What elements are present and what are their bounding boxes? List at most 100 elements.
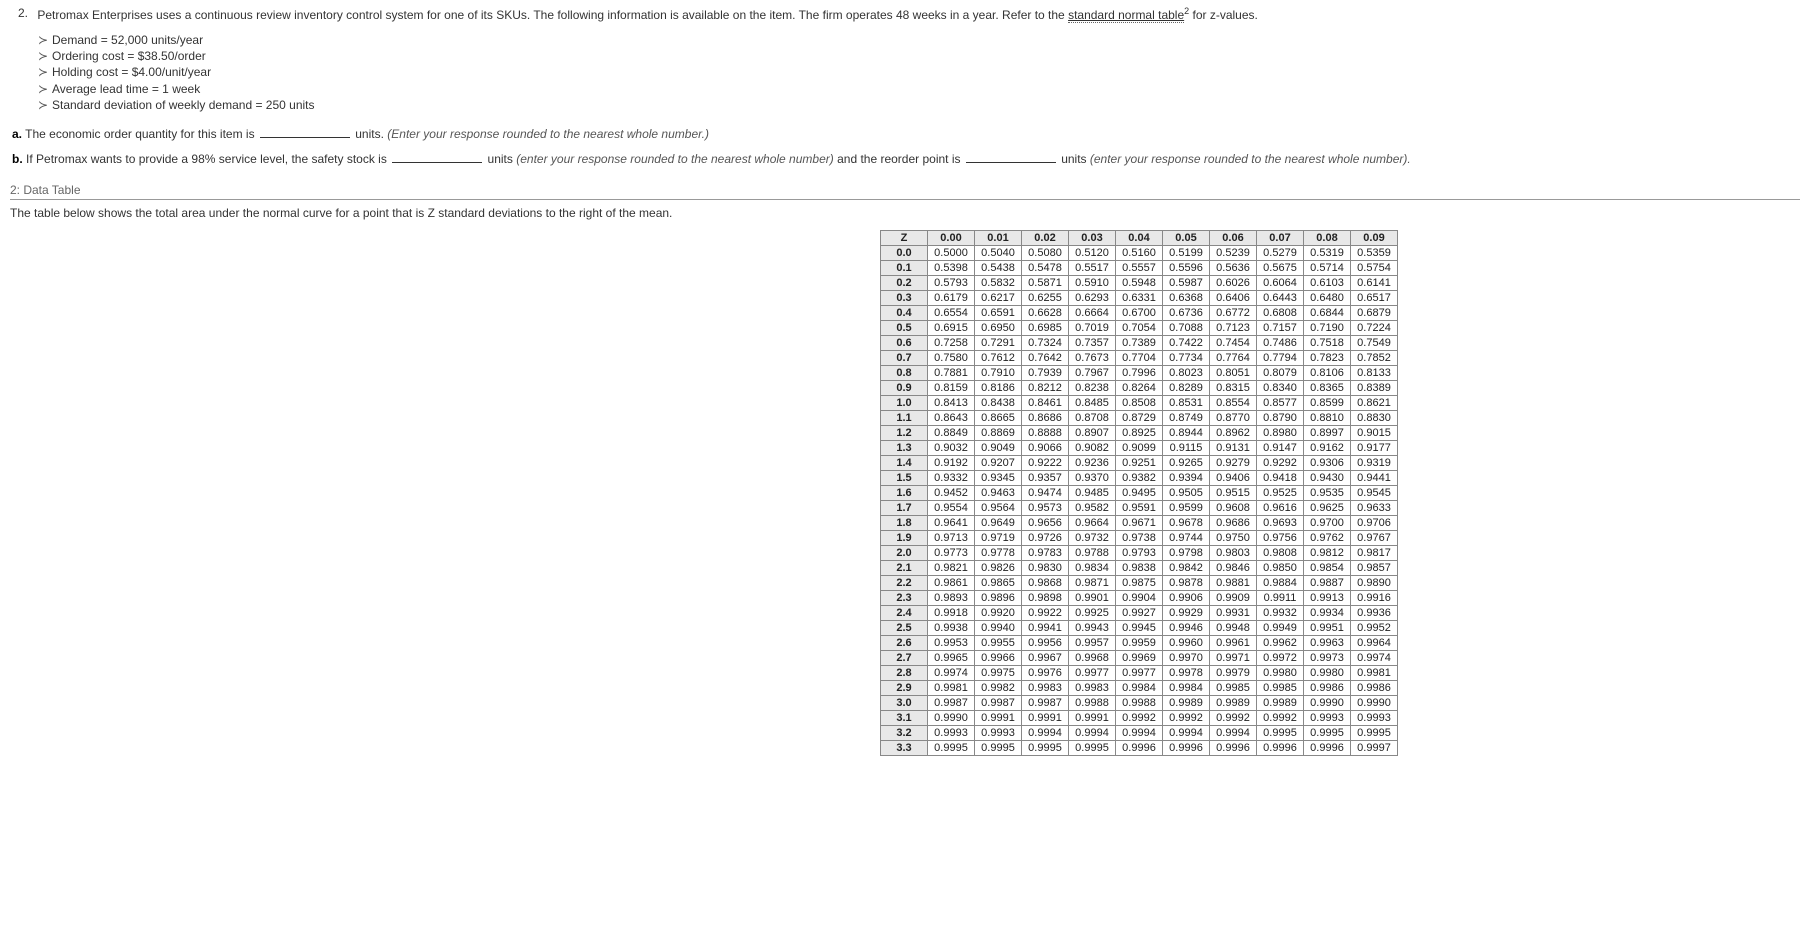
z-cell: 0.9962 [1257, 636, 1304, 651]
z-cell: 0.8389 [1351, 381, 1398, 396]
z-cell: 0.9967 [1022, 651, 1069, 666]
z-cell: 0.9599 [1163, 501, 1210, 516]
z-cell: 0.6554 [928, 306, 975, 321]
z-cell: 0.9991 [1022, 711, 1069, 726]
z-cell: 0.8907 [1069, 426, 1116, 441]
z-cell: 0.9989 [1257, 696, 1304, 711]
reorder-point-input[interactable] [966, 150, 1056, 163]
chevron-right-icon: ≻ [38, 81, 52, 97]
table-row: 2.20.98610.98650.98680.98710.98750.98780… [881, 576, 1398, 591]
z-cell: 0.6950 [975, 321, 1022, 336]
z-cell: 0.5557 [1116, 261, 1163, 276]
z-cell: 0.9279 [1210, 456, 1257, 471]
z-cell: 0.9985 [1257, 681, 1304, 696]
table-row: 3.30.99950.99950.99950.99950.99960.99960… [881, 741, 1398, 756]
z-cell: 0.7088 [1163, 321, 1210, 336]
z-cell: 0.8365 [1304, 381, 1351, 396]
z-cell: 0.8577 [1257, 396, 1304, 411]
z-cell: 0.9966 [975, 651, 1022, 666]
standard-normal-table-link[interactable]: standard normal table [1068, 8, 1184, 23]
z-cell: 0.9992 [1257, 711, 1304, 726]
z-cell: 0.5832 [975, 276, 1022, 291]
z-cell: 0.5120 [1069, 246, 1116, 261]
z-cell: 0.9993 [1351, 711, 1398, 726]
z-cell: 0.9911 [1257, 591, 1304, 606]
z-row-header: 2.6 [881, 636, 928, 651]
z-cell: 0.5871 [1022, 276, 1069, 291]
z-cell: 0.9982 [975, 681, 1022, 696]
z-cell: 0.5359 [1351, 246, 1398, 261]
z-row-header: 2.1 [881, 561, 928, 576]
z-cell: 0.6293 [1069, 291, 1116, 306]
eoq-input[interactable] [260, 125, 350, 138]
table-row: 0.00.50000.50400.50800.51200.51600.51990… [881, 246, 1398, 261]
z-cell: 0.7224 [1351, 321, 1398, 336]
z-cell: 0.9980 [1304, 666, 1351, 681]
z-cell: 0.9992 [1210, 711, 1257, 726]
z-cell: 0.8869 [975, 426, 1022, 441]
z-cell: 0.9564 [975, 501, 1022, 516]
z-cell: 0.7291 [975, 336, 1022, 351]
z-cell: 0.6103 [1304, 276, 1351, 291]
z-cell: 0.5199 [1163, 246, 1210, 261]
z-row-header: 2.3 [881, 591, 928, 606]
z-cell: 0.8461 [1022, 396, 1069, 411]
safety-stock-input[interactable] [392, 150, 482, 163]
table-row: 0.60.72580.72910.73240.73570.73890.74220… [881, 336, 1398, 351]
z-cell: 0.9993 [975, 726, 1022, 741]
table-row: 2.30.98930.98960.98980.99010.99040.99060… [881, 591, 1398, 606]
z-cell: 0.7967 [1069, 366, 1116, 381]
z-cell: 0.7123 [1210, 321, 1257, 336]
table-row: 3.20.99930.99930.99940.99940.99940.99940… [881, 726, 1398, 741]
z-cell: 0.9265 [1163, 456, 1210, 471]
z-cell: 0.9965 [928, 651, 975, 666]
z-cell: 0.9535 [1304, 486, 1351, 501]
z-cell: 0.9545 [1351, 486, 1398, 501]
z-cell: 0.9990 [928, 711, 975, 726]
z-cell: 0.9963 [1304, 636, 1351, 651]
z-cell: 0.9430 [1304, 471, 1351, 486]
z-cell: 0.8729 [1116, 411, 1163, 426]
z-cell: 0.9830 [1022, 561, 1069, 576]
z-row-header: 1.3 [881, 441, 928, 456]
z-cell: 0.7673 [1069, 351, 1116, 366]
z-cell: 0.8212 [1022, 381, 1069, 396]
z-cell: 0.9896 [975, 591, 1022, 606]
z-cell: 0.9554 [928, 501, 975, 516]
z-cell: 0.9693 [1257, 516, 1304, 531]
z-cell: 0.9927 [1116, 606, 1163, 621]
z-cell: 0.9996 [1116, 741, 1163, 756]
z-row-header: 3.1 [881, 711, 928, 726]
z-cell: 0.8708 [1069, 411, 1116, 426]
z-cell: 0.9938 [928, 621, 975, 636]
z-col-header: 0.03 [1069, 231, 1116, 246]
section-title: 2: Data Table [10, 183, 1800, 197]
z-row-header: 0.9 [881, 381, 928, 396]
z-cell: 0.7157 [1257, 321, 1304, 336]
z-cell: 0.9995 [928, 741, 975, 756]
z-cell: 0.9916 [1351, 591, 1398, 606]
z-row-header: 1.7 [881, 501, 928, 516]
z-cell: 0.7642 [1022, 351, 1069, 366]
z-cell: 0.7019 [1069, 321, 1116, 336]
z-cell: 0.9838 [1116, 561, 1163, 576]
z-cell: 0.9949 [1257, 621, 1304, 636]
z-col-header: 0.09 [1351, 231, 1398, 246]
z-cell: 0.9941 [1022, 621, 1069, 636]
z-cell: 0.5714 [1304, 261, 1351, 276]
z-cell: 0.7734 [1163, 351, 1210, 366]
z-cell: 0.9875 [1116, 576, 1163, 591]
z-cell: 0.7357 [1069, 336, 1116, 351]
z-col-header: 0.08 [1304, 231, 1351, 246]
z-col-header: 0.04 [1116, 231, 1163, 246]
z-cell: 0.9987 [975, 696, 1022, 711]
z-cell: 0.9992 [1116, 711, 1163, 726]
z-cell: 0.9993 [1304, 711, 1351, 726]
chevron-right-icon: ≻ [38, 64, 52, 80]
z-cell: 0.7454 [1210, 336, 1257, 351]
z-cell: 0.9608 [1210, 501, 1257, 516]
z-cell: 0.9756 [1257, 531, 1304, 546]
z-cell: 0.8554 [1210, 396, 1257, 411]
z-cell: 0.9932 [1257, 606, 1304, 621]
table-row: 1.30.90320.90490.90660.90820.90990.91150… [881, 441, 1398, 456]
